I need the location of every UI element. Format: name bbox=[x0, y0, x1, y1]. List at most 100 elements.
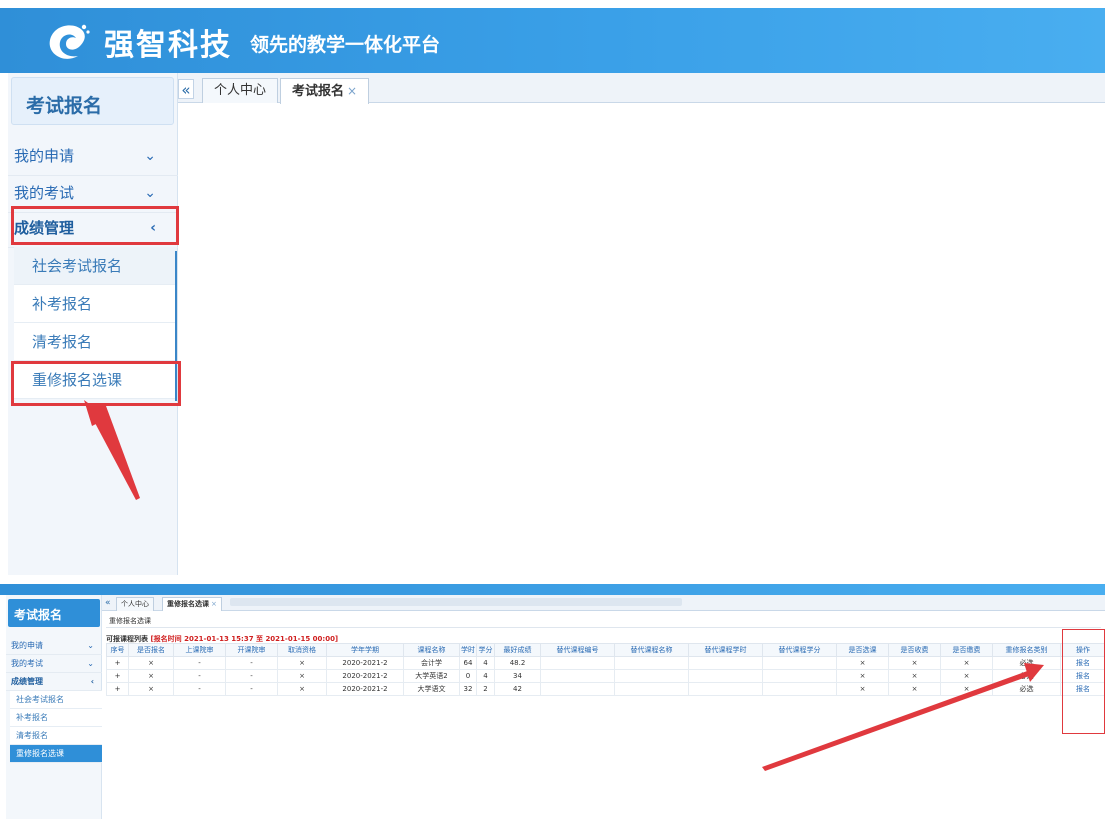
brand-name: 强智科技 bbox=[104, 28, 232, 63]
column-header: 替代课程名称 bbox=[614, 643, 689, 657]
table-row: + × - - × 2020-2021-2 会计学 64 4 48.2 × × × 必选 报名 bbox=[106, 656, 1105, 670]
sidebar-subitem-makeup-exam[interactable]: 补考报名 bbox=[14, 285, 177, 323]
chevron-down-icon: ⌄ bbox=[144, 148, 156, 164]
table-cell bbox=[614, 669, 689, 683]
table-cell: × bbox=[940, 656, 993, 670]
tab-personal-center[interactable]: 个人中心 bbox=[202, 78, 279, 103]
sidebar-subitem-clearance-exam[interactable]: 清考报名 bbox=[14, 323, 177, 361]
table-cell: × bbox=[277, 669, 327, 683]
sidebar-item-grade-management[interactable]: 成绩管理 ‹ bbox=[6, 673, 102, 691]
table-cell: × bbox=[128, 656, 174, 670]
table-cell: + bbox=[106, 682, 129, 696]
highlight-box-grade-management bbox=[11, 206, 179, 245]
sidebar-item-my-applications[interactable]: 我的申请 ⌄ bbox=[8, 137, 178, 176]
table-cell: 64 bbox=[459, 656, 477, 670]
app-header-strip bbox=[0, 584, 1105, 595]
sidebar-title: 考试报名 bbox=[14, 608, 63, 622]
tab-exam-registration[interactable]: 考试报名 × bbox=[280, 78, 370, 104]
table-cell: 2020-2021-2 bbox=[326, 669, 404, 683]
highlight-box-retake-course bbox=[11, 361, 181, 406]
sidebar-subitem-makeup-exam[interactable]: 补考报名 bbox=[10, 709, 102, 727]
column-header: 学分 bbox=[476, 643, 495, 657]
sidebar-subitem-retake-course[interactable]: 重修报名选课 bbox=[10, 745, 102, 763]
table-cell: × bbox=[128, 669, 174, 683]
table-cell bbox=[762, 669, 837, 683]
sidebar-item-my-applications[interactable]: 我的申请 ⌄ bbox=[6, 637, 102, 655]
table-cell: 34 bbox=[494, 669, 541, 683]
tab-bar: « 个人中心 考试报名 × bbox=[178, 73, 1105, 104]
close-icon[interactable]: × bbox=[347, 84, 357, 98]
table-cell: - bbox=[173, 669, 226, 683]
table-cell: × bbox=[277, 682, 327, 696]
sidebar-title: 考试报名 bbox=[26, 95, 103, 117]
table-cell bbox=[688, 669, 763, 683]
table-cell: 32 bbox=[459, 682, 477, 696]
top-screenshot: 强智科技 领先的教学一体化平台 考试报名 我的申请 ⌄ 我的考试 ⌄ 成绩管理 … bbox=[0, 0, 1105, 575]
tab-label: 重修报名选课 bbox=[167, 600, 209, 608]
column-header: 重修报名类别 bbox=[992, 643, 1061, 657]
table-cell: 42 bbox=[494, 682, 541, 696]
tab-personal-center[interactable]: 个人中心 bbox=[116, 597, 154, 611]
column-header: 是否收费 bbox=[888, 643, 941, 657]
column-header: 学时 bbox=[459, 643, 477, 657]
column-header: 替代课程学时 bbox=[688, 643, 763, 657]
table-cell: 2020-2021-2 bbox=[326, 656, 404, 670]
sidebar-title-box: 考试报名 bbox=[8, 599, 100, 627]
sidebar-item-label: 我的考试 bbox=[14, 184, 75, 202]
column-header: 是否选课 bbox=[836, 643, 889, 657]
sidebar-item-label: 我的考试 bbox=[11, 659, 43, 668]
table-cell: × bbox=[888, 682, 941, 696]
sidebar-item-my-exams[interactable]: 我的考试 ⌄ bbox=[6, 655, 102, 673]
table-cell bbox=[688, 656, 763, 670]
table-cell bbox=[688, 682, 763, 696]
table-cell: 2020-2021-2 bbox=[326, 682, 404, 696]
column-header: 上课院审 bbox=[173, 643, 226, 657]
table-cell: - bbox=[225, 656, 278, 670]
table-cell: 必选 bbox=[992, 669, 1061, 683]
column-header: 学年学期 bbox=[326, 643, 404, 657]
table-cell: × bbox=[888, 656, 941, 670]
collapse-sidebar-button[interactable]: « bbox=[105, 597, 111, 609]
close-icon[interactable]: × bbox=[211, 600, 217, 608]
sidebar: 考试报名 我的申请 ⌄ 我的考试 ⌄ 成绩管理 ‹ 社会考试报名 补考报名 清考… bbox=[6, 595, 102, 819]
collapse-sidebar-button[interactable]: « bbox=[178, 79, 194, 99]
column-header: 开课院审 bbox=[225, 643, 278, 657]
tab-retake-course[interactable]: 重修报名选课 × bbox=[162, 597, 222, 611]
table-cell: × bbox=[940, 682, 993, 696]
table-cell: - bbox=[173, 656, 226, 670]
sidebar-subitem-social-exam[interactable]: 社会考试报名 bbox=[14, 247, 177, 285]
column-header: 课程名称 bbox=[403, 643, 460, 657]
brand-slogan: 领先的教学一体化平台 bbox=[250, 34, 441, 56]
table-cell: × bbox=[940, 669, 993, 683]
table-cell: + bbox=[106, 656, 129, 670]
table-cell: 必选 bbox=[992, 682, 1061, 696]
tab-bar: « 个人中心 重修报名选课 × bbox=[102, 595, 1105, 611]
table-cell bbox=[540, 682, 615, 696]
table-header-row: 序号 是否报名 上课院审 开课院审 取消资格 学年学期 课程名称 学时 学分 最好成绩 替代课程编号… bbox=[106, 643, 1105, 657]
table-cell: × bbox=[836, 656, 889, 670]
table-cell bbox=[540, 669, 615, 683]
table-cell: - bbox=[173, 682, 226, 696]
table-cell: 大学英语2 bbox=[403, 669, 460, 683]
sidebar-subitem-clearance-exam[interactable]: 清考报名 bbox=[10, 727, 102, 745]
registration-time: [报名时间 2021-01-13 15:37 至 2021-01-15 00:0… bbox=[150, 635, 339, 643]
table-cell: × bbox=[836, 669, 889, 683]
sidebar: 考试报名 我的申请 ⌄ 我的考试 ⌄ 成绩管理 ‹ 社会考试报名 补考报名 清考… bbox=[8, 73, 178, 575]
highlight-box-action-column bbox=[1062, 629, 1105, 734]
table-cell: 会计学 bbox=[403, 656, 460, 670]
table-cell: - bbox=[225, 682, 278, 696]
table-cell bbox=[762, 682, 837, 696]
table-cell bbox=[540, 656, 615, 670]
column-header: 最好成绩 bbox=[494, 643, 541, 657]
table-cell: 0 bbox=[459, 669, 477, 683]
table-cell: 必选 bbox=[992, 656, 1061, 670]
table-row: + × - - × 2020-2021-2 大学英语2 0 4 34 × × × 必选 报名 bbox=[106, 669, 1105, 683]
sidebar-item-label: 我的申请 bbox=[11, 641, 43, 650]
tab-scroll-track[interactable] bbox=[230, 598, 682, 606]
breadcrumb: 重修报名选课 bbox=[106, 614, 1101, 628]
table-cell bbox=[614, 682, 689, 696]
chevron-down-icon: ⌄ bbox=[87, 659, 94, 668]
app-header: 强智科技 领先的教学一体化平台 bbox=[0, 8, 1105, 73]
table-cell: - bbox=[225, 669, 278, 683]
sidebar-subitem-social-exam[interactable]: 社会考试报名 bbox=[10, 691, 102, 709]
